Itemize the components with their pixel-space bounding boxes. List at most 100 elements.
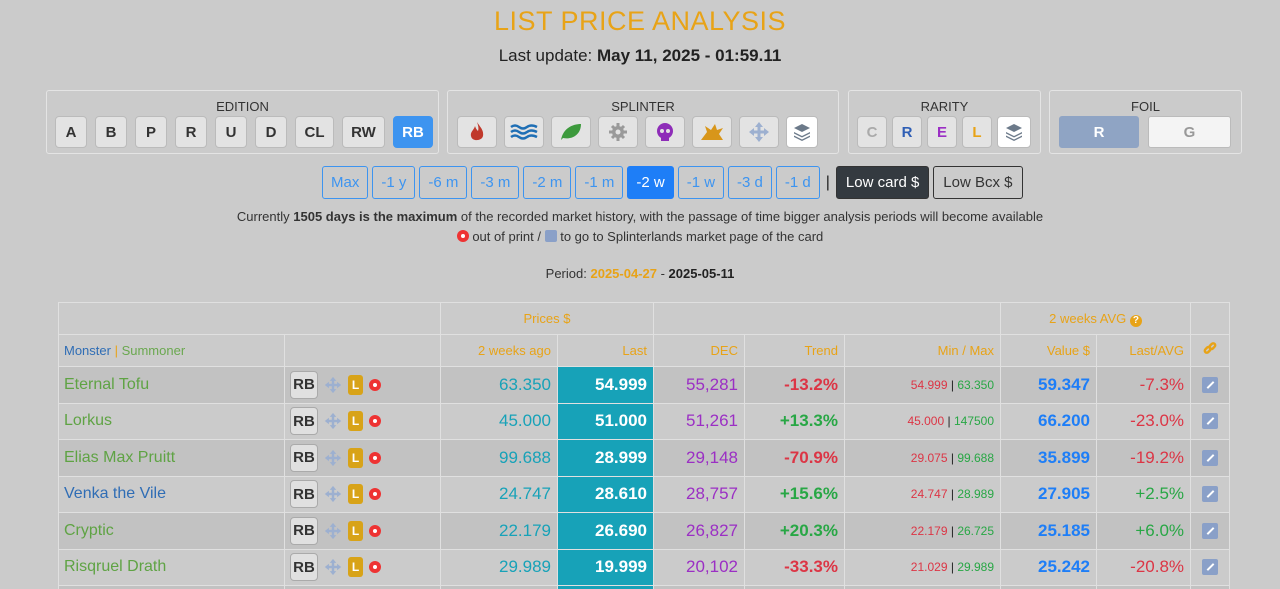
col-last-header[interactable]: Last <box>557 334 654 367</box>
card-name[interactable]: Venka the Vile <box>58 475 285 513</box>
col-trend-header[interactable]: Trend <box>744 334 845 367</box>
life-icon <box>324 559 342 576</box>
rarity-common-button[interactable]: C <box>857 116 887 148</box>
table-row[interactable]: Venka the Vile RB L 24.747 28.610 28,757 +15.6… <box>58 475 1231 513</box>
rarity-epic-button[interactable]: E <box>927 116 957 148</box>
period-1m-button[interactable]: -1 m <box>575 166 624 199</box>
trend: +13.3% <box>744 402 845 440</box>
splinter-water-button[interactable] <box>504 116 544 148</box>
edition-b-button[interactable]: B <box>95 116 127 148</box>
period-3d-button[interactable]: -3 d <box>728 166 772 199</box>
out-of-print-icon <box>369 488 381 501</box>
period-1y-button[interactable]: -1 y <box>372 166 416 199</box>
period-2m-button[interactable]: -2 m <box>523 166 572 199</box>
foil-gold-button[interactable]: G <box>1148 116 1231 148</box>
market-link-icon <box>544 230 557 242</box>
rarity-rare-button[interactable]: R <box>892 116 922 148</box>
table-row[interactable] <box>58 585 1231 589</box>
splinter-earth-button[interactable] <box>551 116 591 148</box>
rarity-legendary-button[interactable]: L <box>962 116 992 148</box>
neutral-icon <box>609 123 627 141</box>
period-max-button[interactable]: Max <box>322 166 369 199</box>
min-max-sep: | <box>950 487 954 502</box>
avg-value: 25.242 <box>1000 548 1098 586</box>
splinter-life-button[interactable] <box>739 116 779 148</box>
edition-r-button[interactable]: R <box>175 116 207 148</box>
edition-p-button[interactable]: P <box>135 116 167 148</box>
splinter-death-button[interactable] <box>645 116 685 148</box>
table-row[interactable]: Elias Max Pruitt RB L 99.688 28.999 29,148 -70… <box>58 439 1231 477</box>
external-link-icon[interactable] <box>1202 449 1219 466</box>
external-link-icon[interactable] <box>1202 559 1219 576</box>
market-link[interactable] <box>1190 512 1231 550</box>
price-2w: 29.989 <box>440 548 558 586</box>
market-link[interactable] <box>1190 439 1231 477</box>
period-range: Period: 2025-04-27 - 2025-05-11 <box>0 266 1280 281</box>
edition-a-button[interactable]: A <box>55 116 87 148</box>
col-monster-header[interactable]: Monster | Summoner <box>58 334 285 367</box>
table-row[interactable]: Eternal Tofu RB L 63.350 54.999 55,281 -13.2% 5… <box>58 366 1231 404</box>
card-name[interactable]: Eternal Tofu <box>58 366 285 404</box>
avg-value: 25.185 <box>1000 512 1098 550</box>
period-dash: - <box>656 266 669 281</box>
period-1d-button[interactable]: -1 d <box>775 166 820 199</box>
market-link[interactable] <box>1190 475 1231 513</box>
col-lastavg-header[interactable]: Last/AVG <box>1096 334 1192 367</box>
period-2w-button[interactable]: -2 w <box>627 166 674 199</box>
edition-rw-button[interactable]: RW <box>342 116 385 148</box>
edition-d-button[interactable]: D <box>255 116 287 148</box>
min-max: 22.179 | 26.725 <box>843 512 1002 550</box>
avg-value: 59.347 <box>1000 366 1098 404</box>
edition-u-button[interactable]: U <box>215 116 247 148</box>
market-link[interactable] <box>1190 366 1231 404</box>
period-3m-button[interactable]: -3 m <box>471 166 520 199</box>
market-link[interactable] <box>1190 548 1231 586</box>
edition-rb-button[interactable]: RB <box>393 116 433 148</box>
rarity-all-button[interactable] <box>997 116 1031 148</box>
external-link-icon[interactable] <box>1202 486 1219 503</box>
edition-badge: RB <box>290 553 318 582</box>
out-of-print-icon <box>369 415 381 428</box>
splinter-neutral-button[interactable] <box>598 116 638 148</box>
low-card-button[interactable]: Low card $ <box>835 166 930 199</box>
splinter-all-button[interactable] <box>786 116 818 148</box>
period-6m-button[interactable]: -6 m <box>419 166 468 199</box>
life-icon <box>324 486 342 503</box>
col-value-header[interactable]: Value $ <box>1000 334 1098 367</box>
edition-cl-button[interactable]: CL <box>295 116 334 148</box>
table-row[interactable]: Risqruel Drath RB L 29.989 19.999 20,102 -33.3… <box>58 548 1231 586</box>
period-1w-button[interactable]: -1 w <box>677 166 725 199</box>
card-name[interactable]: Lorkus <box>58 402 285 440</box>
card-icons: RB L <box>284 402 441 440</box>
col-2w-header[interactable]: 2 weeks ago <box>440 334 558 367</box>
external-link-icon[interactable] <box>1202 522 1219 539</box>
market-link[interactable] <box>1190 402 1231 440</box>
edition-title: EDITION <box>216 99 269 114</box>
external-link-icon[interactable] <box>1202 413 1219 430</box>
col-dec-header[interactable]: DEC <box>653 334 745 367</box>
min-max: 21.029 | 29.989 <box>843 548 1002 586</box>
splinter-panel: SPLINTER <box>447 90 839 154</box>
splinter-fire-button[interactable] <box>457 116 497 148</box>
history-info: Currently 1505 days is the maximum of th… <box>0 209 1280 224</box>
out-of-print-icon <box>369 378 381 391</box>
link-icon <box>1190 334 1231 367</box>
min-value: 29.075 <box>910 450 948 465</box>
life-icon <box>324 376 342 393</box>
external-link-icon[interactable] <box>1202 376 1219 393</box>
period-label: Period: <box>545 266 587 281</box>
help-icon[interactable]: ? <box>1129 314 1142 327</box>
price-last: 26.690 <box>557 512 654 550</box>
card-name[interactable]: Risqruel Drath <box>58 548 285 586</box>
splinter-dragon-button[interactable] <box>692 116 732 148</box>
legendary-badge: L <box>348 447 363 468</box>
card-name[interactable]: Cryptic <box>58 512 285 550</box>
period-start: 2025-04-27 <box>590 266 657 281</box>
foil-regular-button[interactable]: R <box>1059 116 1139 148</box>
low-bcx-button[interactable]: Low Bcx $ <box>933 166 1023 199</box>
table-row[interactable]: Lorkus RB L 45.000 51.000 51,261 +13.3% 45.000 … <box>58 402 1231 440</box>
col-minmax-header[interactable]: Min / Max <box>843 334 1002 367</box>
period-end: 2025-05-11 <box>668 266 735 281</box>
card-name[interactable]: Elias Max Pruitt <box>58 439 285 477</box>
table-row[interactable]: Cryptic RB L 22.179 26.690 26,827 +20.3% 22.179… <box>58 512 1231 550</box>
